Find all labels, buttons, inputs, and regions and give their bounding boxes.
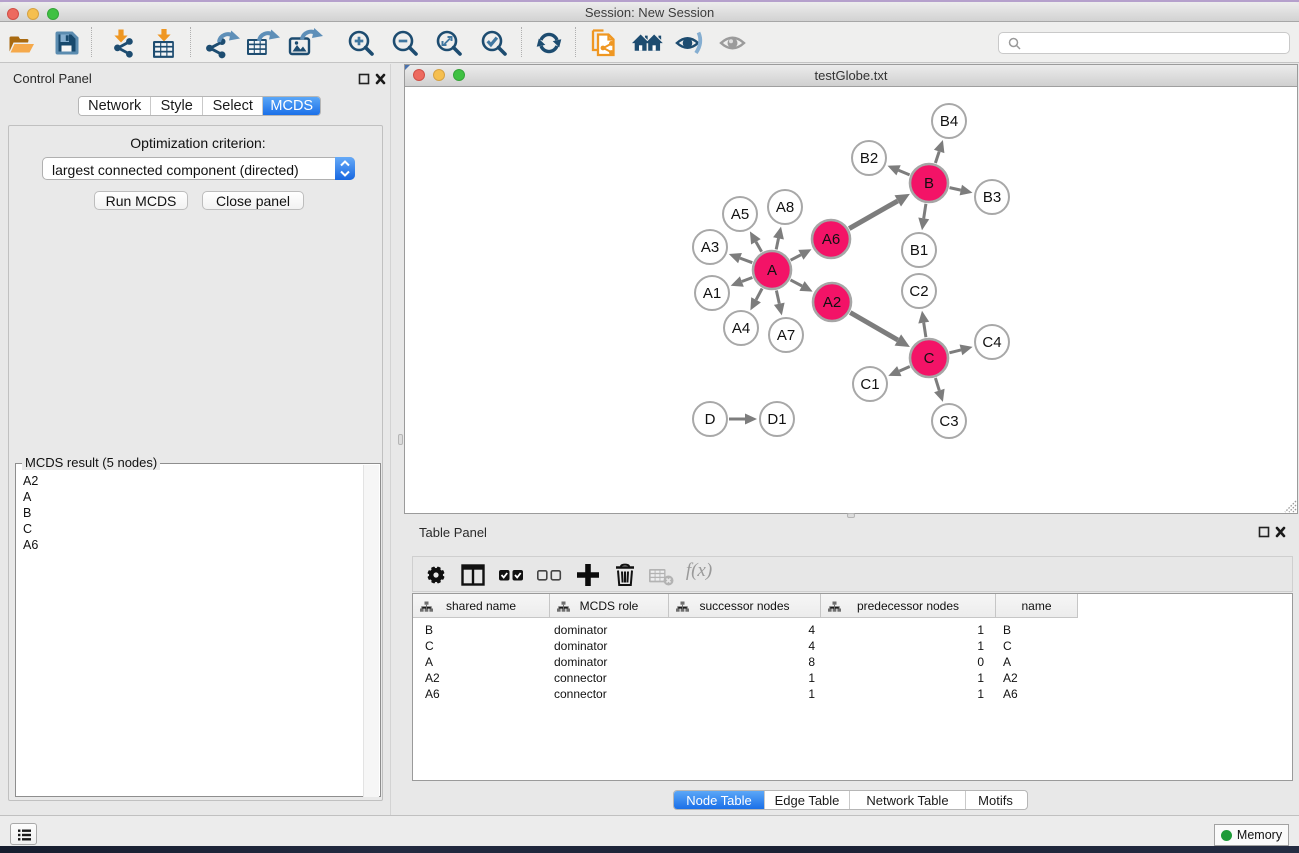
svg-text:A2: A2: [823, 294, 841, 311]
svg-text:C1: C1: [860, 376, 879, 393]
svg-text:A8: A8: [776, 199, 794, 216]
svg-text:B4: B4: [940, 113, 958, 130]
svg-text:B3: B3: [983, 189, 1001, 206]
svg-text:A7: A7: [777, 327, 795, 344]
svg-text:D1: D1: [767, 411, 786, 428]
svg-text:C: C: [924, 350, 935, 367]
svg-text:B: B: [924, 175, 934, 192]
svg-text:A1: A1: [703, 285, 721, 302]
svg-text:C4: C4: [982, 334, 1001, 351]
svg-text:C3: C3: [939, 413, 958, 430]
svg-text:A: A: [767, 262, 777, 279]
svg-text:A4: A4: [732, 320, 750, 337]
svg-text:A3: A3: [701, 239, 719, 256]
svg-text:B2: B2: [860, 150, 878, 167]
svg-text:A6: A6: [822, 231, 840, 248]
svg-text:A5: A5: [731, 206, 749, 223]
svg-text:C2: C2: [909, 283, 928, 300]
svg-text:D: D: [705, 411, 716, 428]
svg-text:B1: B1: [910, 242, 928, 259]
